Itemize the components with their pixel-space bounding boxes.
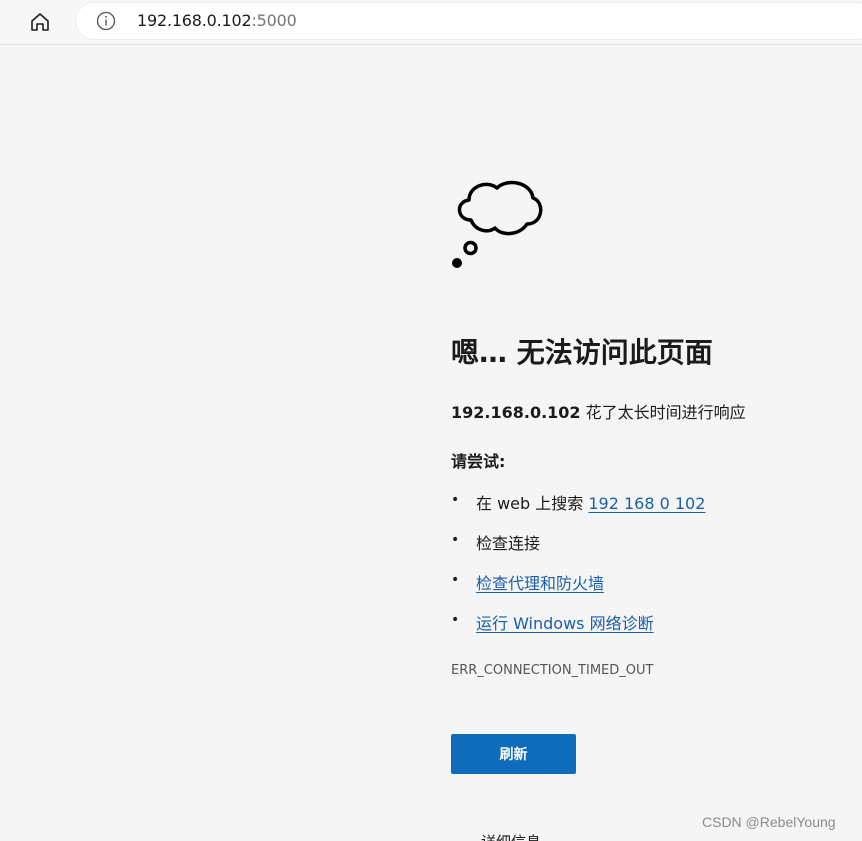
bullet: • xyxy=(451,492,460,508)
url-text[interactable]: 192.168.0.102:5000 xyxy=(137,11,297,30)
details-label: 详细信息 xyxy=(481,833,541,841)
thought-cloud-icon xyxy=(452,180,543,268)
search-web-link[interactable]: 192 168 0 102 xyxy=(588,494,705,513)
try-heading: 请尝试: xyxy=(451,452,506,471)
url-port: :5000 xyxy=(251,11,297,30)
check-proxy-firewall-link[interactable]: 检查代理和防火墙 xyxy=(476,570,604,594)
network-diagnostics-link[interactable]: 运行 Windows 网络诊断 xyxy=(476,610,654,634)
page-title: 嗯… 无法访问此页面 xyxy=(451,336,713,369)
bullet: • xyxy=(451,612,460,628)
bullet: • xyxy=(451,572,460,588)
watermark: CSDN @RebelYoung xyxy=(702,814,836,830)
error-reason: 花了太长时间进行响应 xyxy=(580,403,746,422)
home-icon xyxy=(31,13,49,31)
info-icon[interactable] xyxy=(96,11,116,31)
refresh-button[interactable]: 刷新 xyxy=(451,734,576,774)
address-bar[interactable]: 192.168.0.102:5000 xyxy=(76,3,862,39)
bullet: • xyxy=(451,532,460,548)
suggestion-body: 在 web 上搜索 192 168 0 102 xyxy=(476,490,705,514)
details-toggle[interactable]: 详细信息 xyxy=(451,831,541,841)
browser-toolbar: 192.168.0.102:5000 xyxy=(0,0,862,45)
search-prefix: 在 web 上搜索 xyxy=(476,494,589,513)
error-code: ERR_CONNECTION_TIMED_OUT xyxy=(451,663,654,678)
error-description: 192.168.0.102 花了太长时间进行响应 xyxy=(451,399,746,423)
home-button[interactable] xyxy=(26,8,54,36)
url-host: 192.168.0.102 xyxy=(137,11,252,30)
error-host: 192.168.0.102 xyxy=(451,403,581,422)
check-connection-text: 检查连接 xyxy=(476,534,541,553)
